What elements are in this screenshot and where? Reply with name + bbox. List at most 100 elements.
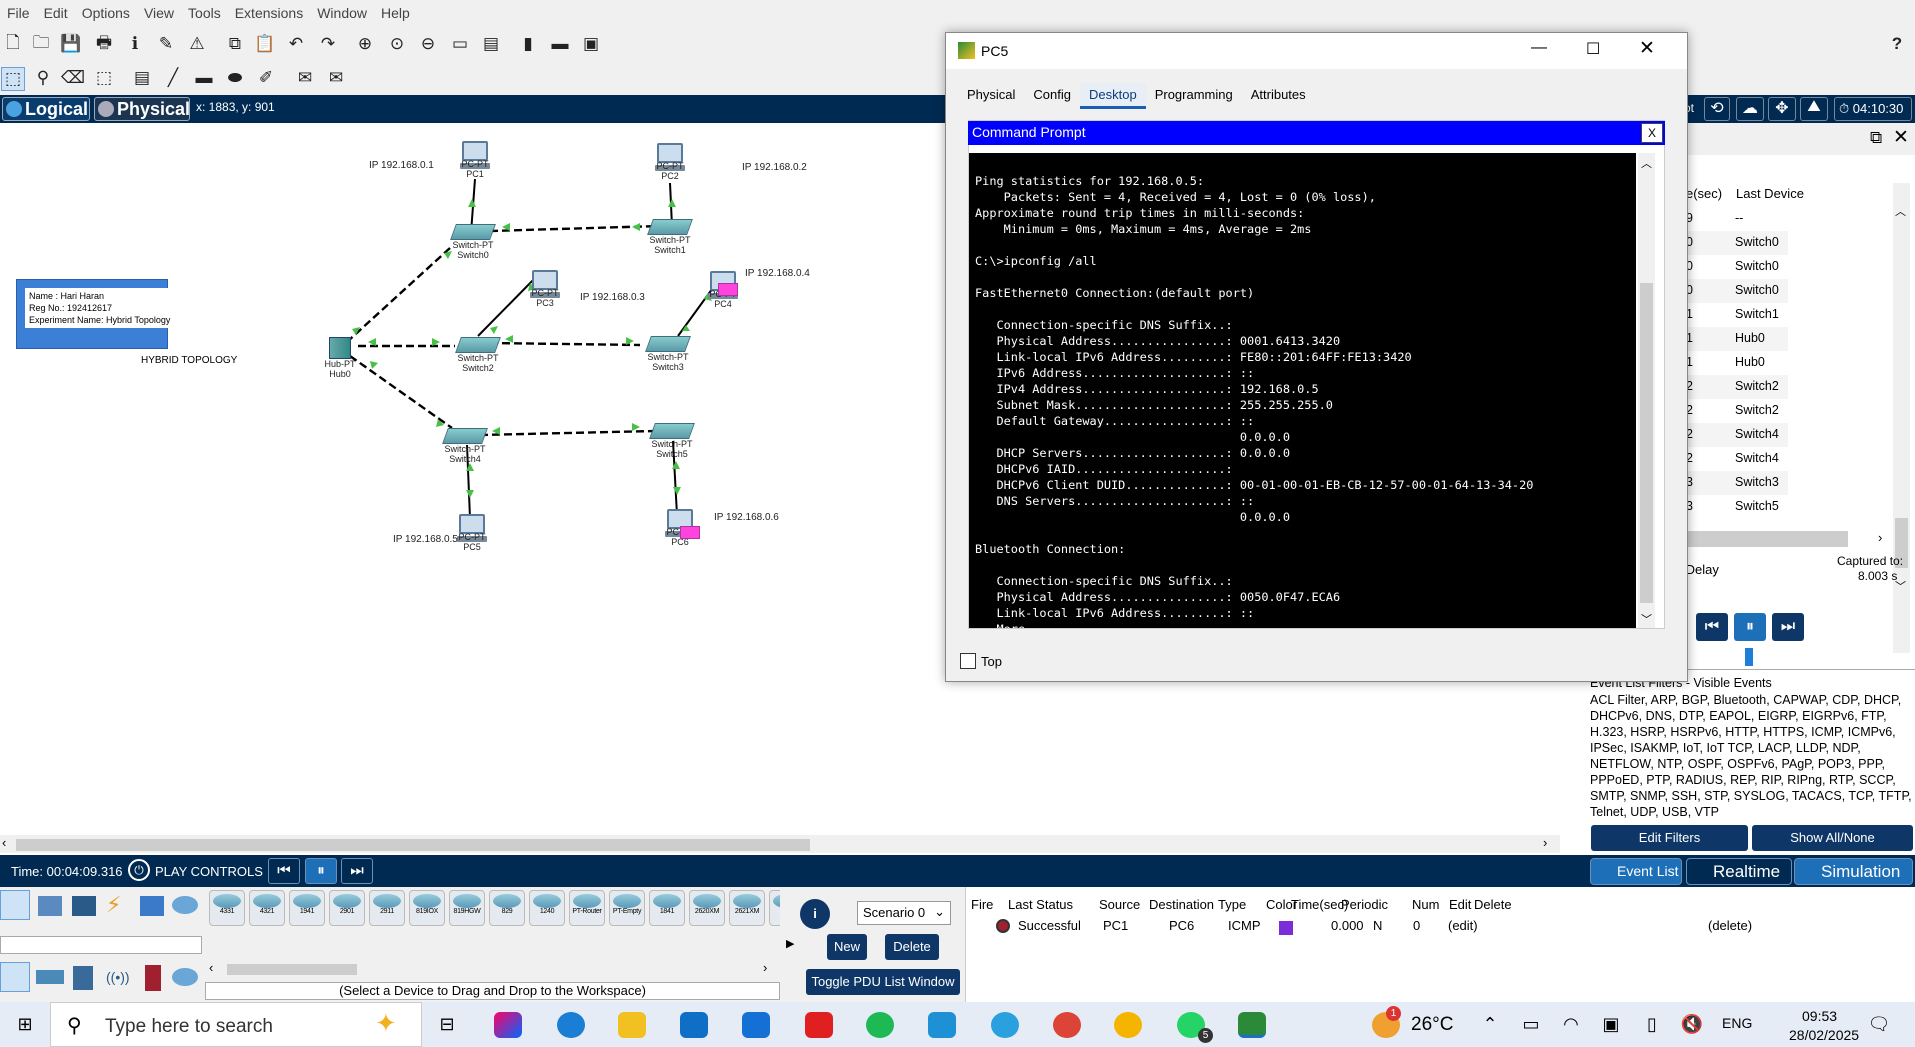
end-devices-icon[interactable] bbox=[38, 896, 62, 916]
delete-icon[interactable]: ⌫ bbox=[61, 67, 85, 89]
device-switch3[interactable]: Switch-PT Switch3 bbox=[643, 336, 693, 372]
device-pc5[interactable]: PC-PT PC5 bbox=[452, 514, 492, 552]
scroll-left-icon[interactable]: ‹ bbox=[209, 960, 213, 975]
spotify-app-icon[interactable] bbox=[866, 1012, 894, 1038]
network-devices-icon[interactable] bbox=[0, 890, 30, 920]
wireless-icon[interactable]: ((•)) bbox=[106, 969, 130, 985]
device-pc2[interactable]: PC-PT PC2 bbox=[650, 143, 690, 181]
show-all-button[interactable]: Show All/None bbox=[1752, 825, 1913, 851]
close-icon[interactable]: ✕ bbox=[1639, 37, 1655, 60]
help-icon[interactable]: ? bbox=[1886, 33, 1908, 55]
menu-extensions[interactable]: Extensions bbox=[228, 0, 310, 21]
new-scenario-button[interactable]: New bbox=[827, 934, 867, 960]
command-prompt-close-button[interactable]: X bbox=[1641, 123, 1663, 143]
security-icon[interactable] bbox=[145, 965, 161, 991]
telegram-app-icon[interactable] bbox=[991, 1012, 1019, 1038]
menu-file[interactable]: File bbox=[0, 0, 37, 21]
youtube-app-icon[interactable] bbox=[805, 1012, 833, 1038]
event-list-hscroll-thumb[interactable] bbox=[1688, 531, 1848, 547]
power-cycle-icon[interactable]: ⏻ bbox=[128, 859, 150, 881]
tab-physical[interactable]: Physical bbox=[958, 83, 1024, 106]
screenshot-icon[interactable]: ▣ bbox=[580, 33, 602, 55]
viewport-icon[interactable]: ▮ bbox=[517, 33, 539, 55]
scenario-info-icon[interactable]: i bbox=[800, 899, 830, 929]
router-model-1841[interactable]: 1841 bbox=[649, 890, 685, 926]
menu-view[interactable]: View bbox=[137, 0, 181, 21]
edge-app-icon[interactable] bbox=[557, 1012, 585, 1038]
zoom-out-icon[interactable]: ⊖ bbox=[417, 33, 439, 55]
connections-icon[interactable]: ⚡ bbox=[106, 892, 121, 918]
language-indicator[interactable]: ENG bbox=[1722, 1015, 1752, 1031]
toggle-pdu-button[interactable]: Toggle PDU List Window bbox=[806, 969, 960, 995]
menu-window[interactable]: Window bbox=[310, 0, 374, 21]
router-model-PT-Router[interactable]: PT-Router bbox=[569, 890, 605, 926]
collapse-arrow-icon[interactable]: ▶ bbox=[786, 937, 794, 950]
move-icon[interactable]: ✥ bbox=[1768, 97, 1796, 121]
router-model-2620XM[interactable]: 2620XM bbox=[689, 890, 725, 926]
packet-tracer-app-icon[interactable] bbox=[1238, 1012, 1266, 1038]
freeform-icon[interactable]: ✐ bbox=[255, 67, 277, 89]
console-scroll-thumb[interactable] bbox=[1640, 283, 1653, 603]
add-complex-pdu-icon[interactable]: ✉ bbox=[325, 67, 347, 89]
draw-line-icon[interactable]: ╱ bbox=[162, 67, 184, 89]
misc-icon[interactable] bbox=[140, 896, 164, 916]
menu-tools[interactable]: Tools bbox=[181, 0, 228, 21]
router-model-4331[interactable]: 4331 bbox=[209, 890, 245, 926]
simulation-button[interactable]: Simulation bbox=[1794, 858, 1913, 885]
hubs-icon[interactable] bbox=[73, 966, 93, 990]
play-pause-button[interactable]: ⏸ bbox=[305, 858, 337, 884]
router-model-2901[interactable]: 2901 bbox=[329, 890, 365, 926]
drawing-palette-icon[interactable]: ▭ bbox=[449, 33, 471, 55]
scenario-select[interactable]: Scenario 0 ⌄ bbox=[857, 901, 951, 925]
routers-icon[interactable] bbox=[0, 962, 30, 992]
sim-forward-button[interactable]: ⏭ bbox=[1772, 613, 1804, 641]
device-pc1[interactable]: PC-PT PC1 bbox=[455, 141, 495, 179]
minimize-icon[interactable]: — bbox=[1531, 39, 1547, 57]
chevron-up-icon[interactable]: ︿ bbox=[1641, 155, 1652, 171]
router-model-819IOX[interactable]: 819IOX bbox=[409, 890, 445, 926]
model-scroll-thumb[interactable] bbox=[227, 964, 357, 975]
scroll-right-icon[interactable]: › bbox=[1543, 835, 1547, 850]
screen-icon[interactable]: ▣ bbox=[1599, 1002, 1623, 1047]
chevron-up-icon[interactable]: ⌃ bbox=[1478, 1002, 1502, 1047]
custom-devices-dialog-icon[interactable]: ▤ bbox=[480, 33, 502, 55]
device-switch5[interactable]: Switch-PT Switch5 bbox=[647, 423, 697, 459]
landscape-icon[interactable]: ⛰ bbox=[1800, 97, 1828, 121]
logical-mode-button[interactable]: Logical bbox=[2, 97, 90, 121]
add-simple-pdu-icon[interactable]: ✉ bbox=[294, 67, 316, 89]
outlook-app-icon[interactable] bbox=[680, 1012, 708, 1038]
menu-edit[interactable]: Edit bbox=[37, 0, 75, 21]
chevron-down-icon[interactable]: ﹀ bbox=[1641, 611, 1652, 627]
zoom-reset-icon[interactable]: ⊙ bbox=[386, 33, 408, 55]
console-scrollbar[interactable]: ︿ ﹀ bbox=[1638, 153, 1655, 628]
canva-app-icon[interactable] bbox=[928, 1012, 956, 1038]
scroll-right-icon[interactable]: › bbox=[763, 960, 767, 975]
new-file-icon[interactable]: 🗋 bbox=[2, 33, 24, 55]
task-view-icon[interactable]: ⊟ bbox=[432, 1002, 462, 1047]
router-model-819HGW[interactable]: 819HGW bbox=[449, 890, 485, 926]
realtime-button[interactable]: Realtime bbox=[1686, 858, 1792, 885]
custom-device-icon[interactable]: ⚠ bbox=[186, 33, 208, 55]
draw-rectangle-icon[interactable]: ▬ bbox=[193, 67, 215, 89]
back-icon[interactable]: ⟲ bbox=[1704, 97, 1730, 121]
multiuser-icon[interactable] bbox=[172, 896, 198, 914]
device-switch2[interactable]: Switch-PT Switch2 bbox=[453, 337, 503, 373]
redo-icon[interactable]: ↷ bbox=[317, 33, 339, 55]
device-hub0[interactable]: Hub-PT Hub0 bbox=[320, 337, 360, 379]
device-switch4[interactable]: Switch-PT Switch4 bbox=[440, 428, 490, 464]
print-icon[interactable]: 🖶 bbox=[93, 33, 115, 55]
save-icon[interactable]: 💾 bbox=[60, 33, 82, 55]
router-model-PT-Empty[interactable]: PT-Empty bbox=[609, 890, 645, 926]
zoom-in-icon[interactable]: ⊕ bbox=[354, 33, 376, 55]
router-model-4321[interactable]: 4321 bbox=[249, 890, 285, 926]
delete-scenario-button[interactable]: Delete bbox=[885, 934, 939, 960]
restore-icon[interactable]: ⧉ bbox=[1870, 128, 1882, 148]
switches-icon[interactable] bbox=[36, 970, 64, 984]
physical-mode-button[interactable]: Physical bbox=[94, 97, 190, 121]
router-model-1941[interactable]: 1941 bbox=[289, 890, 325, 926]
file-explorer-app-icon[interactable] bbox=[618, 1012, 646, 1038]
taskbar-search-box[interactable]: ⚲ Type here to search ✦ bbox=[50, 1002, 422, 1047]
sim-back-button[interactable]: ⏮ bbox=[1696, 613, 1728, 641]
scrollbar-thumb[interactable] bbox=[16, 839, 810, 851]
inspect-icon[interactable]: ⚲ bbox=[32, 67, 54, 89]
